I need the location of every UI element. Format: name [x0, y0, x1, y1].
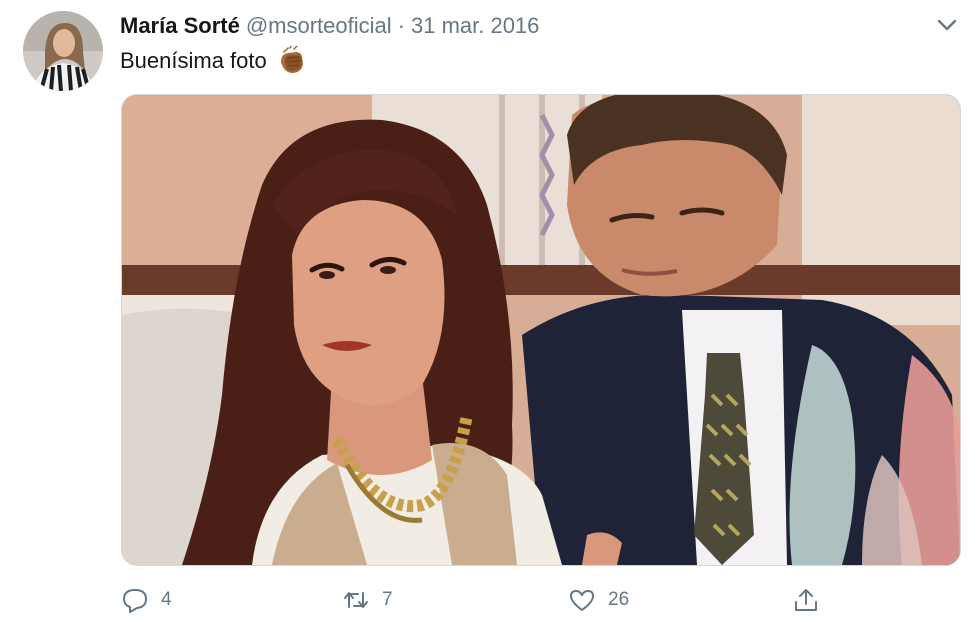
share-button[interactable] [792, 580, 820, 620]
tweet-text: Buenísima foto [120, 45, 307, 76]
tweet: María Sorté @msorteoficial · 31 mar. 2016 B… [0, 0, 980, 622]
tweet-media-photo[interactable] [121, 94, 961, 566]
avatar[interactable] [23, 11, 103, 91]
share-icon [792, 586, 820, 614]
retweet-icon [342, 586, 370, 614]
heart-icon [568, 586, 596, 614]
tweet-date[interactable]: 31 mar. 2016 [411, 13, 539, 38]
avatar-image [23, 11, 103, 91]
retweet-button[interactable]: 7 [342, 580, 393, 620]
reply-icon [121, 586, 149, 614]
author-handle[interactable]: @msorteoficial [246, 13, 392, 38]
chevron-down-icon[interactable] [934, 14, 960, 36]
like-count: 26 [608, 589, 630, 610]
photo-image [122, 95, 960, 565]
reply-count: 4 [161, 589, 172, 610]
tweet-text-content: Buenísima foto [120, 48, 267, 73]
author-name[interactable]: María Sorté [120, 13, 240, 38]
separator: · [397, 13, 405, 38]
retweet-count: 7 [382, 589, 393, 610]
tweet-header: María Sorté @msorteoficial · 31 mar. 2016 [120, 12, 539, 40]
tweet-actions: 4 7 26 [0, 580, 980, 620]
clapping-hands-icon [277, 45, 307, 74]
reply-button[interactable]: 4 [121, 580, 172, 620]
like-button[interactable]: 26 [568, 580, 629, 620]
